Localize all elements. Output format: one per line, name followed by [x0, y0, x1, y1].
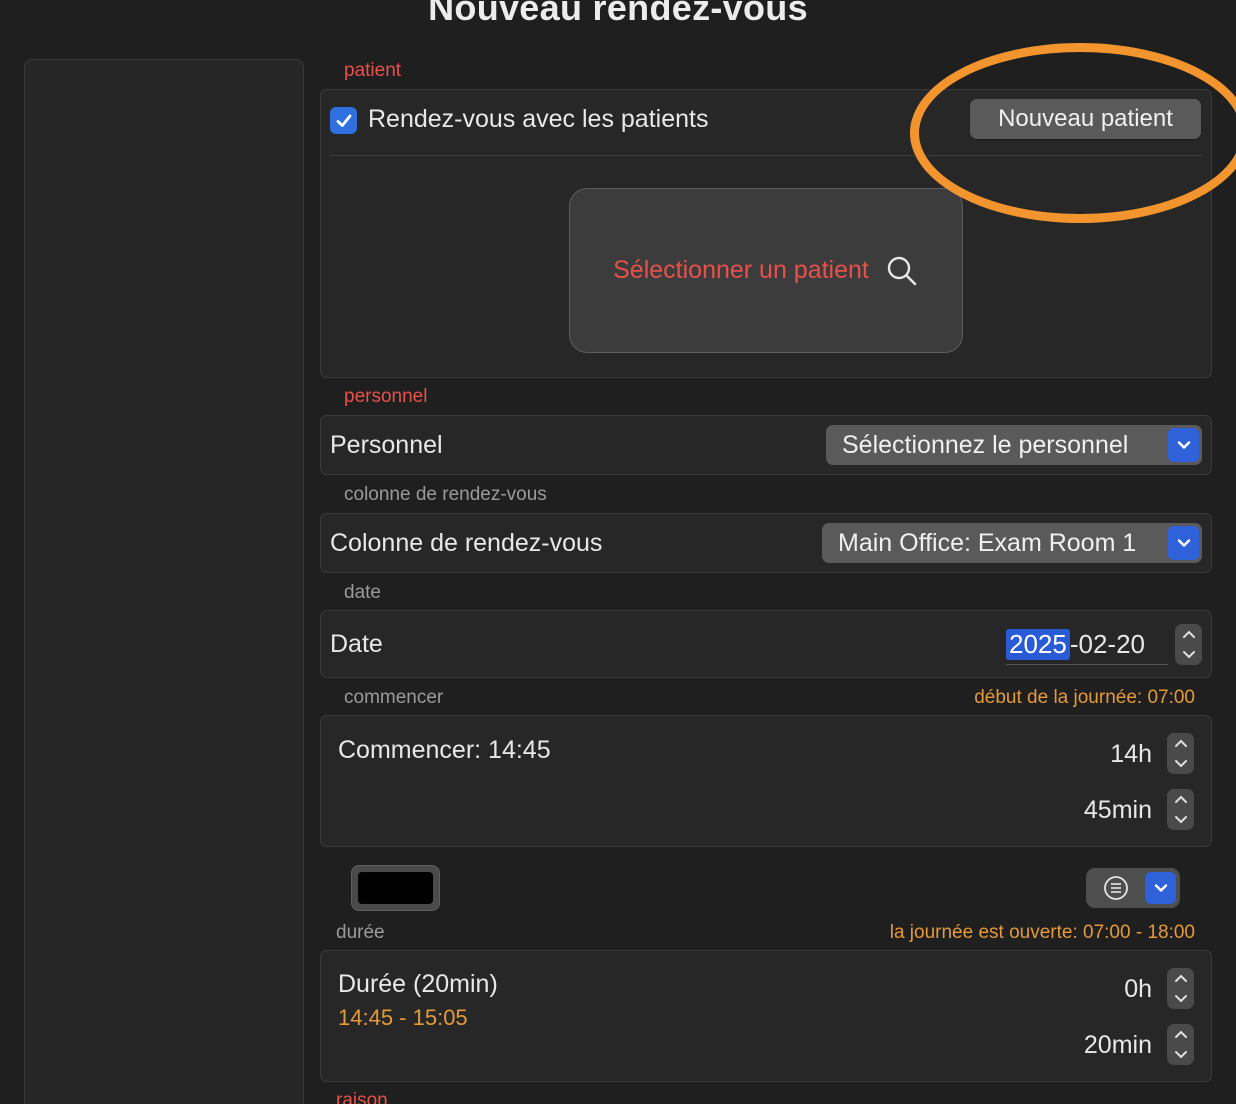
- column-select-value: Main Office: Exam Room 1: [838, 528, 1137, 557]
- date-month-day-segment[interactable]: -02-20: [1070, 629, 1145, 660]
- sidebar: [24, 59, 304, 1104]
- column-section-label: colonne de rendez-vous: [344, 484, 547, 505]
- window-title: Nouveau rendez-vous: [428, 0, 808, 28]
- personnel-section-label: personnel: [344, 386, 428, 407]
- stepper-up-icon[interactable]: [1167, 1025, 1194, 1045]
- date-label: Date: [330, 630, 383, 658]
- date-year-segment[interactable]: 2025: [1006, 628, 1070, 660]
- duration-section-label: durée: [336, 922, 385, 943]
- start-hours-stepper[interactable]: [1167, 733, 1194, 774]
- checkmark-icon: [336, 114, 351, 127]
- duration-label: Durée (20min): [338, 970, 498, 998]
- annotation-highlight-ring: [910, 43, 1236, 223]
- date-field[interactable]: 2025 -02-20: [1006, 624, 1168, 665]
- color-well[interactable]: [351, 865, 440, 911]
- stepper-down-icon[interactable]: [1175, 645, 1202, 665]
- stepper-up-icon[interactable]: [1167, 734, 1194, 754]
- chevron-down-icon: [1168, 428, 1199, 462]
- search-icon: [887, 256, 917, 285]
- list-style-popup[interactable]: [1086, 868, 1180, 908]
- chevron-down-icon: [1145, 872, 1176, 904]
- duration-hours-value: 0h: [1124, 975, 1152, 1003]
- select-patient-label: Sélectionner un patient: [613, 256, 869, 284]
- stepper-down-icon[interactable]: [1167, 810, 1194, 830]
- stepper-down-icon[interactable]: [1167, 1045, 1194, 1065]
- start-hours-value: 14h: [1110, 740, 1152, 768]
- column-select[interactable]: Main Office: Exam Room 1: [822, 523, 1202, 563]
- reason-section-label: raison: [336, 1090, 388, 1104]
- stepper-up-icon[interactable]: [1167, 790, 1194, 810]
- start-label: Commencer: 14:45: [338, 736, 551, 764]
- select-patient-button[interactable]: Sélectionner un patient: [569, 188, 963, 353]
- duration-hours-stepper[interactable]: [1167, 968, 1194, 1009]
- start-minutes-stepper[interactable]: [1167, 789, 1194, 830]
- date-stepper[interactable]: [1175, 624, 1202, 665]
- start-box: [320, 715, 1212, 847]
- patients-appointment-label: Rendez-vous avec les patients: [368, 105, 709, 133]
- stepper-up-icon[interactable]: [1167, 969, 1194, 989]
- stepper-down-icon[interactable]: [1167, 754, 1194, 774]
- stepper-down-icon[interactable]: [1167, 989, 1194, 1009]
- date-section-label: date: [344, 582, 381, 603]
- list-icon: [1102, 875, 1130, 906]
- personnel-select-value: Sélectionnez le personnel: [842, 430, 1129, 459]
- start-section-label: commencer: [344, 687, 444, 708]
- duration-minutes-value: 20min: [1083, 1031, 1152, 1059]
- personnel-select[interactable]: Sélectionnez le personnel: [826, 425, 1202, 465]
- duration-hint: la journée est ouverte: 07:00 - 18:00: [889, 922, 1195, 943]
- duration-range: 14:45 - 15:05: [338, 1005, 468, 1030]
- personnel-label: Personnel: [330, 431, 443, 459]
- start-minutes-value: 45min: [1083, 796, 1152, 824]
- patient-section-label: patient: [344, 60, 402, 81]
- patients-appointment-checkbox[interactable]: [330, 107, 357, 134]
- color-swatch: [358, 872, 433, 904]
- column-label: Colonne de rendez-vous: [330, 529, 603, 557]
- stepper-up-icon[interactable]: [1175, 625, 1202, 645]
- chevron-down-icon: [1168, 526, 1199, 560]
- start-hint: début de la journée: 07:00: [974, 687, 1195, 708]
- duration-minutes-stepper[interactable]: [1167, 1024, 1194, 1065]
